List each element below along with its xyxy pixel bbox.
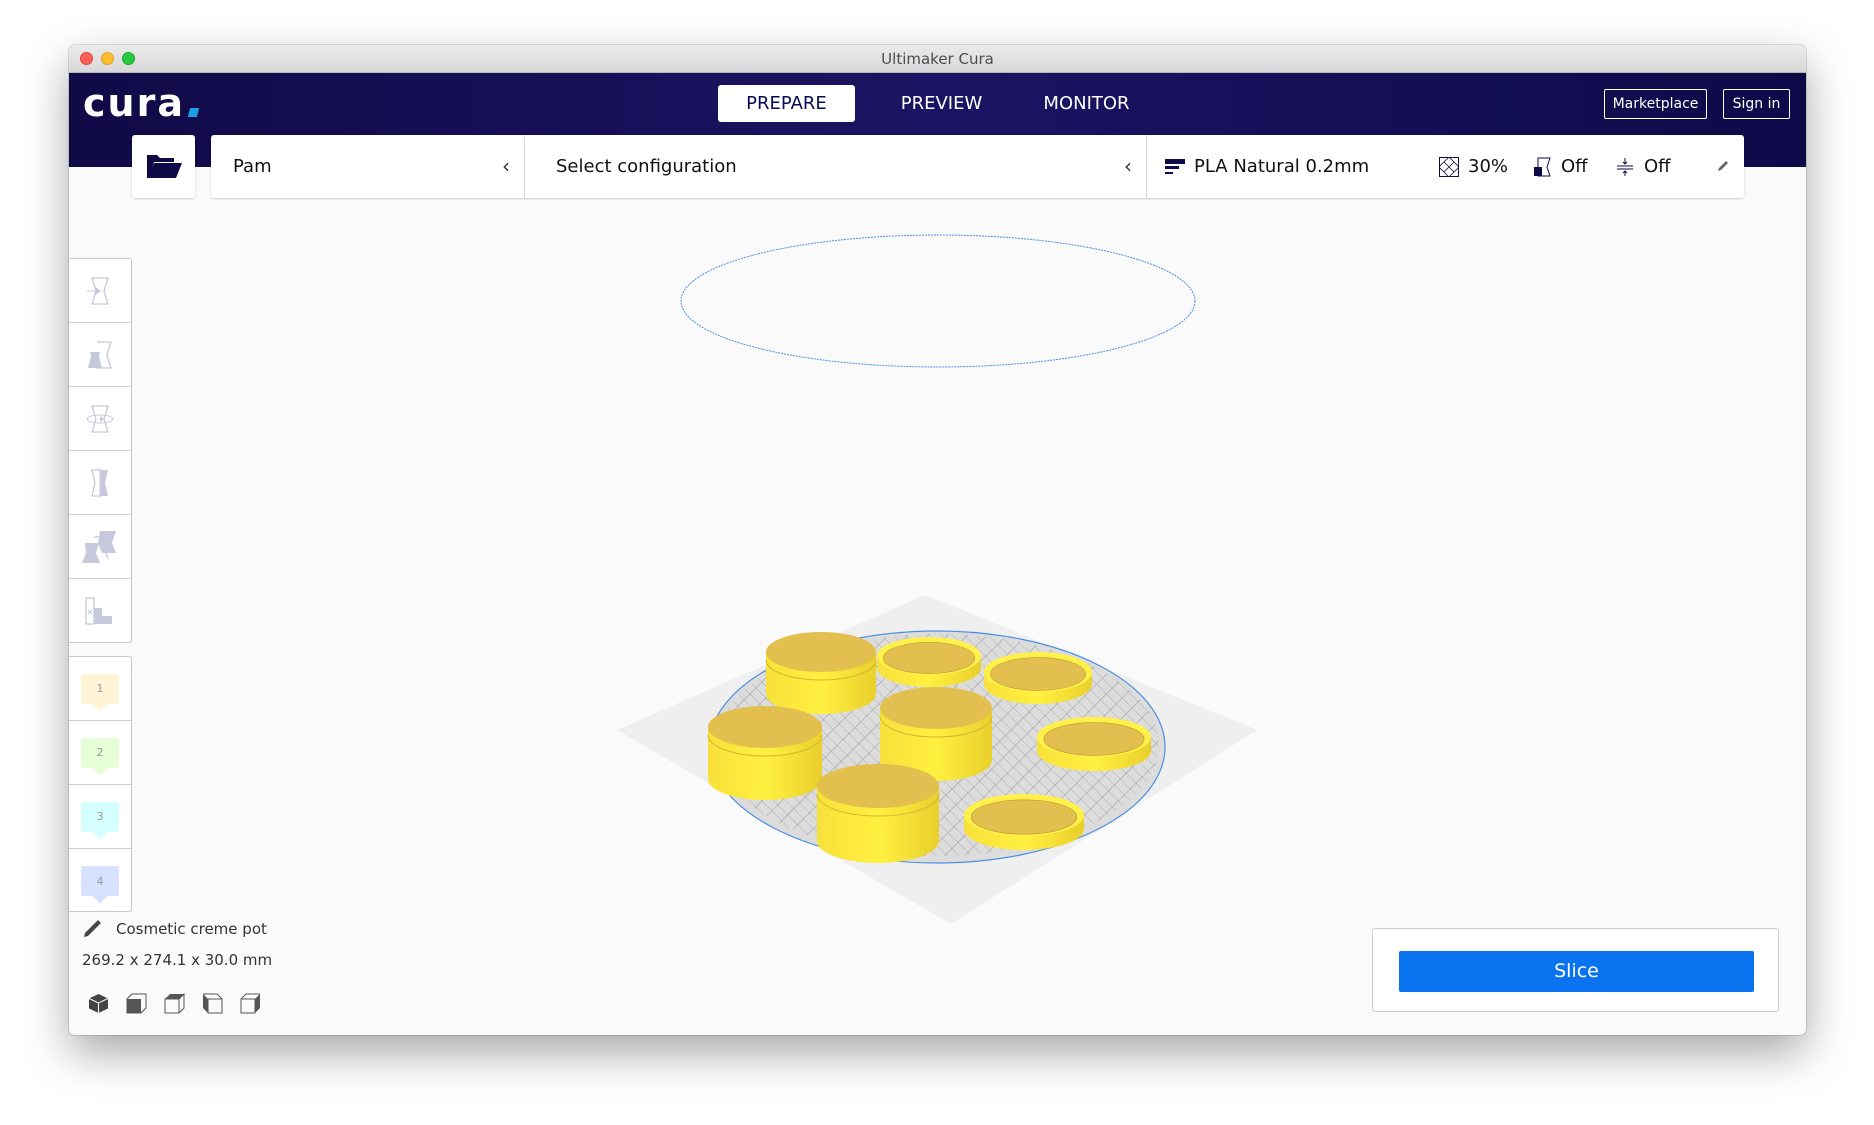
view-orientation-controls	[88, 992, 261, 1014]
mirror-tool-icon	[91, 467, 108, 498]
right-view-icon[interactable]	[240, 993, 261, 1014]
infill-icon	[1439, 156, 1459, 177]
support-blocker-button[interactable]	[69, 579, 131, 643]
tab-prepare[interactable]: PREPARE	[718, 85, 855, 122]
infill-value: 30%	[1468, 156, 1509, 177]
support-value: Off	[1561, 156, 1588, 177]
cura-logo: cura	[83, 84, 200, 122]
extruder-4-badge: 4	[81, 866, 119, 904]
object-name-row: Cosmetic creme pot	[82, 919, 267, 939]
model-pot[interactable]	[707, 706, 823, 800]
tab-preview[interactable]: PREVIEW	[873, 85, 1010, 122]
move-tool-button[interactable]	[69, 259, 131, 323]
marketplace-button[interactable]: Marketplace	[1604, 89, 1707, 119]
front-view-icon[interactable]	[126, 993, 147, 1014]
profile-name: PLA Natural 0.2mm	[1194, 156, 1370, 177]
profile-setting: PLA Natural 0.2mm	[1165, 135, 1369, 198]
printer-selector[interactable]: Pam ‹	[211, 135, 524, 198]
folder-open-icon	[147, 155, 182, 178]
model-pot[interactable]	[964, 794, 1084, 850]
adhesion-setting: Off	[1615, 135, 1671, 198]
model-pot[interactable]	[877, 637, 981, 687]
configuration-label: Select configuration	[556, 156, 737, 177]
app-window: Ultimaker Cura cura PREPARE PREVIEW MONI…	[69, 45, 1806, 1035]
slice-button[interactable]: Slice	[1399, 951, 1754, 992]
extruder-2-button[interactable]: 2	[69, 721, 131, 785]
scale-tool-button[interactable]	[69, 323, 131, 387]
tab-monitor[interactable]: MONITOR	[1018, 85, 1155, 122]
extruder-2-badge: 2	[81, 737, 119, 776]
adhesion-value: Off	[1644, 156, 1671, 177]
slice-panel: Slice	[1372, 928, 1779, 1012]
per-model-settings-icon	[82, 530, 116, 563]
build-volume-outline	[680, 234, 1196, 368]
extruder-4-button[interactable]: 4	[69, 849, 131, 913]
printer-name: Pam	[233, 156, 272, 177]
rotate-tool-icon	[86, 404, 114, 433]
scale-tool-icon	[88, 340, 112, 369]
model-pot[interactable]	[1037, 717, 1151, 771]
model-pot[interactable]	[765, 632, 877, 714]
support-setting: Off	[1532, 135, 1588, 198]
extruder-1-badge: 1	[81, 673, 119, 712]
window-title: Ultimaker Cura	[881, 50, 994, 68]
per-model-settings-button[interactable]	[69, 515, 131, 579]
rotate-tool-button[interactable]	[69, 387, 131, 451]
adhesion-icon	[1617, 157, 1633, 176]
pencil-icon[interactable]	[1716, 159, 1730, 173]
sign-in-button[interactable]: Sign in	[1723, 89, 1790, 119]
open-file-button[interactable]	[132, 135, 195, 198]
object-dimensions: 269.2 x 274.1 x 30.0 mm	[82, 951, 273, 969]
object-name: Cosmetic creme pot	[116, 920, 267, 938]
support-icon	[1534, 157, 1551, 176]
3d-viewport[interactable]	[69, 167, 1806, 1035]
chevron-left-icon: ‹	[1124, 154, 1132, 178]
extruder-panel: 1 2 3 4	[69, 656, 132, 912]
left-view-icon[interactable]	[202, 993, 223, 1014]
build-plate-scene	[617, 234, 1257, 924]
mirror-tool-button[interactable]	[69, 451, 131, 515]
extruder-3-button[interactable]: 3	[69, 785, 131, 849]
model-pot[interactable]	[816, 764, 940, 863]
tool-panel	[69, 258, 132, 643]
model-pot[interactable]	[984, 652, 1092, 704]
infill-setting: 30%	[1439, 135, 1508, 198]
support-blocker-icon	[85, 597, 112, 625]
extruder-3-badge: 3	[81, 801, 119, 840]
top-view-icon[interactable]	[164, 992, 185, 1014]
printer-selector-bar: Pam ‹ Select configuration ‹ PLA Natural…	[211, 135, 1744, 198]
print-settings-selector[interactable]: PLA Natural 0.2mm 30% Off Off	[1146, 135, 1744, 198]
configuration-selector[interactable]: Select configuration ‹	[524, 135, 1146, 198]
3d-view-icon[interactable]	[88, 993, 109, 1014]
logo-dot	[187, 108, 200, 117]
profile-icon	[1165, 158, 1185, 174]
extruder-1-button[interactable]: 1	[69, 657, 131, 721]
move-tool-icon	[87, 276, 109, 305]
pencil-icon[interactable]	[82, 919, 102, 939]
title-bar: Ultimaker Cura	[69, 45, 1806, 73]
chevron-left-icon: ‹	[502, 154, 510, 178]
